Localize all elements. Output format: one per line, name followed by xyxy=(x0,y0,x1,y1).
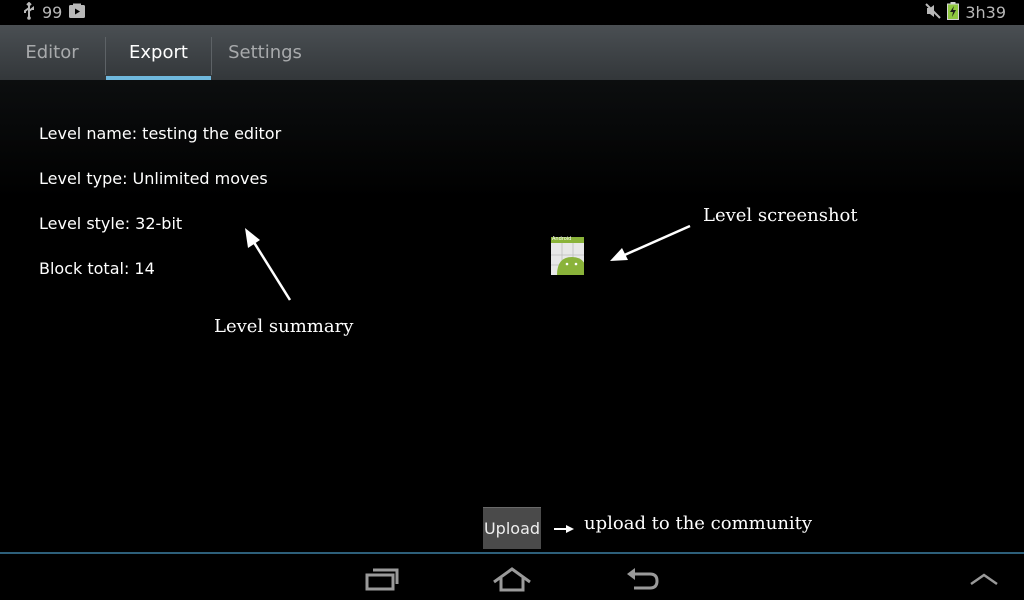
status-bar: 99 3h39 xyxy=(0,0,1024,25)
tab-export[interactable]: Export xyxy=(106,25,211,80)
upload-button[interactable]: Upload xyxy=(483,507,541,549)
export-content: Level name: testing the editor Level typ… xyxy=(0,80,1024,552)
screen: 99 3h39 Editor Export Settings Level nam… xyxy=(0,0,1024,600)
home-button[interactable] xyxy=(488,562,536,596)
upload-arrow-icon xyxy=(554,525,574,533)
tab-settings-label: Settings xyxy=(228,42,302,63)
menu-up-button[interactable] xyxy=(960,562,1008,596)
summary-arrow-icon xyxy=(245,228,292,301)
status-time: 3h39 xyxy=(965,3,1006,22)
level-screenshot-thumbnail[interactable]: Android xyxy=(551,236,587,275)
thumbnail-label: Android xyxy=(552,236,572,242)
tab-editor[interactable]: Editor xyxy=(0,25,104,80)
recent-apps-button[interactable] xyxy=(358,562,406,596)
status-left: 99 xyxy=(22,1,86,24)
upload-button-label: Upload xyxy=(483,519,541,538)
navigation-bar xyxy=(0,552,1024,600)
status-right: 3h39 xyxy=(925,1,1006,24)
android-placeholder-icon xyxy=(551,237,587,275)
usb-icon xyxy=(22,1,36,24)
level-style-text: Level style: 32-bit xyxy=(39,214,183,233)
screenshot-arrow-icon xyxy=(610,224,691,261)
upload-annotation: upload to the community xyxy=(584,513,813,534)
back-icon xyxy=(627,568,659,590)
tab-settings[interactable]: Settings xyxy=(213,25,317,80)
tab-divider xyxy=(211,37,212,75)
tab-editor-label: Editor xyxy=(25,42,79,63)
back-button[interactable] xyxy=(618,562,666,596)
tab-export-label: Export xyxy=(129,42,188,63)
level-screenshot-annotation: Level screenshot xyxy=(703,205,858,226)
home-icon xyxy=(493,567,531,592)
level-summary-annotation: Level summary xyxy=(214,316,354,337)
menu-up-icon xyxy=(970,573,998,586)
media-icon xyxy=(68,3,86,23)
action-bar-tabs: Editor Export Settings xyxy=(0,25,1024,81)
block-total-text: Block total: 14 xyxy=(39,259,155,278)
notification-count: 99 xyxy=(42,3,63,22)
level-type-text: Level type: Unlimited moves xyxy=(39,169,268,188)
level-name-text: Level name: testing the editor xyxy=(39,124,282,143)
mute-icon xyxy=(925,2,942,23)
battery-charging-icon xyxy=(947,1,960,24)
recent-apps-icon xyxy=(365,568,399,591)
annotation-arrows xyxy=(245,224,691,533)
